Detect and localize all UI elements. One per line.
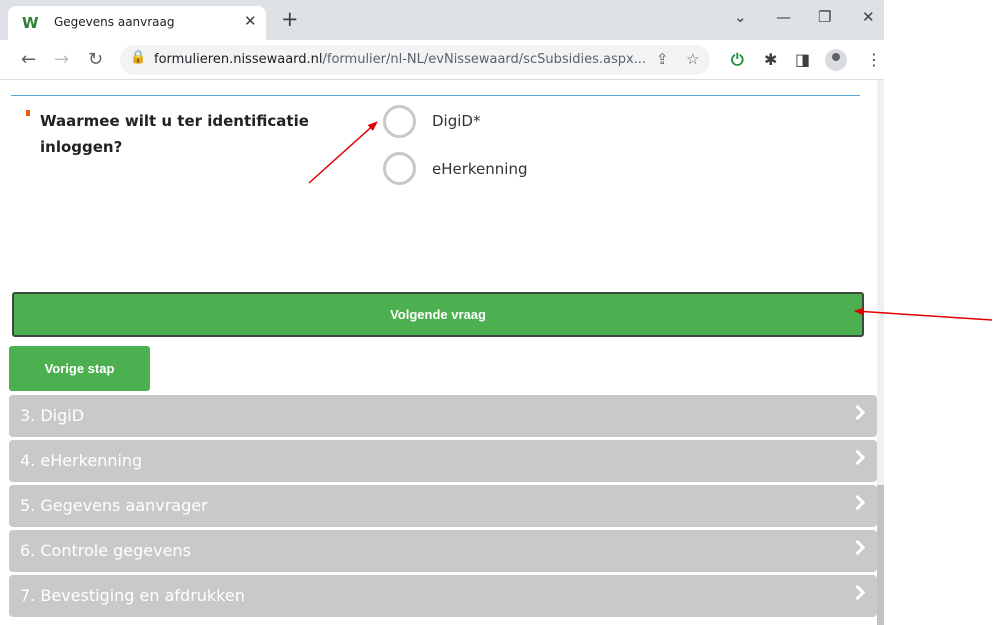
minimize-icon[interactable]: — [776,8,791,26]
step-digid[interactable]: 3. DigiD [9,395,877,437]
step-bevestiging[interactable]: 7. Bevestiging en afdrukken [9,575,877,617]
chevron-right-icon [849,539,866,556]
lock-icon[interactable]: 🔒 [130,50,146,65]
tab-title: Gegevens aanvraag [54,15,175,29]
step-label: 4. eHerkenning [20,451,143,470]
radio-label-eherkenning[interactable]: eHerkenning [432,160,528,178]
page-scrollbar[interactable] [877,80,884,625]
tab-search-chevron-icon[interactable]: ⌄ [734,8,747,26]
power-extension-icon[interactable]: ⏻ [731,50,744,70]
new-tab-icon[interactable]: + [281,7,299,31]
chevron-right-icon [849,449,866,466]
star-icon[interactable]: ☆ [686,50,699,68]
url-host: formulieren.nissewaard.nl [154,52,323,67]
tab-close-icon[interactable]: ✕ [244,12,257,30]
step-gegevens-aanvrager[interactable]: 5. Gegevens aanvrager [9,485,877,527]
scrollbar-thumb[interactable] [877,485,884,625]
site-favicon-icon: W [22,14,39,32]
step-label: 3. DigiD [20,406,85,425]
section-divider [11,95,860,96]
menu-kebab-icon[interactable]: ⋮ [866,50,882,69]
screenshot: W Gegevens aanvraag ✕ + ⌄ — ❐ ✕ ← → ↻ 🔒 … [0,0,994,625]
reload-icon[interactable]: ↻ [88,49,103,70]
next-question-button[interactable]: Volgende vraag [12,292,864,337]
tab-strip: W Gegevens aanvraag ✕ + ⌄ — ❐ ✕ [0,0,884,40]
close-window-icon[interactable]: ✕ [862,8,875,26]
radio-eherkenning[interactable] [383,152,416,185]
side-panel-icon[interactable]: ◨ [795,50,810,69]
step-label: 6. Controle gegevens [20,541,191,560]
page-content: Waarmee wilt u ter identificatie inlogge… [0,80,884,625]
restore-icon[interactable]: ❐ [818,8,831,26]
step-label: 5. Gegevens aanvrager [20,496,208,515]
radio-digid[interactable] [383,105,416,138]
profile-avatar-icon[interactable] [825,49,847,71]
url-path: /formulier/nl-NL/evNissewaard/scSubsidie… [322,52,647,67]
step-eherkenning[interactable]: 4. eHerkenning [9,440,877,482]
chevron-right-icon [849,404,866,421]
step-label: 7. Bevestiging en afdrukken [20,586,245,605]
share-icon[interactable]: ⇪ [656,50,669,68]
puzzle-extensions-icon[interactable]: ✱ [764,50,777,69]
previous-step-button[interactable]: Vorige stap [9,346,150,391]
radio-label-digid[interactable]: DigiD* [432,112,480,130]
step-controle-gegevens[interactable]: 6. Controle gegevens [9,530,877,572]
back-arrow-icon[interactable]: ← [21,49,36,70]
question-label: Waarmee wilt u ter identificatie inlogge… [40,112,309,156]
browser-tab[interactable]: W Gegevens aanvraag ✕ [8,6,266,40]
chevron-right-icon [849,494,866,511]
forward-arrow-icon[interactable]: → [54,49,69,70]
chevron-right-icon [849,584,866,601]
required-marker [26,110,30,116]
address-bar[interactable]: 🔒 formulieren.nissewaard.nl/formulier/nl… [120,45,710,75]
url-text[interactable]: formulieren.nissewaard.nl/formulier/nl-N… [154,52,646,67]
browser-toolbar: ← → ↻ 🔒 formulieren.nissewaard.nl/formul… [0,40,884,80]
